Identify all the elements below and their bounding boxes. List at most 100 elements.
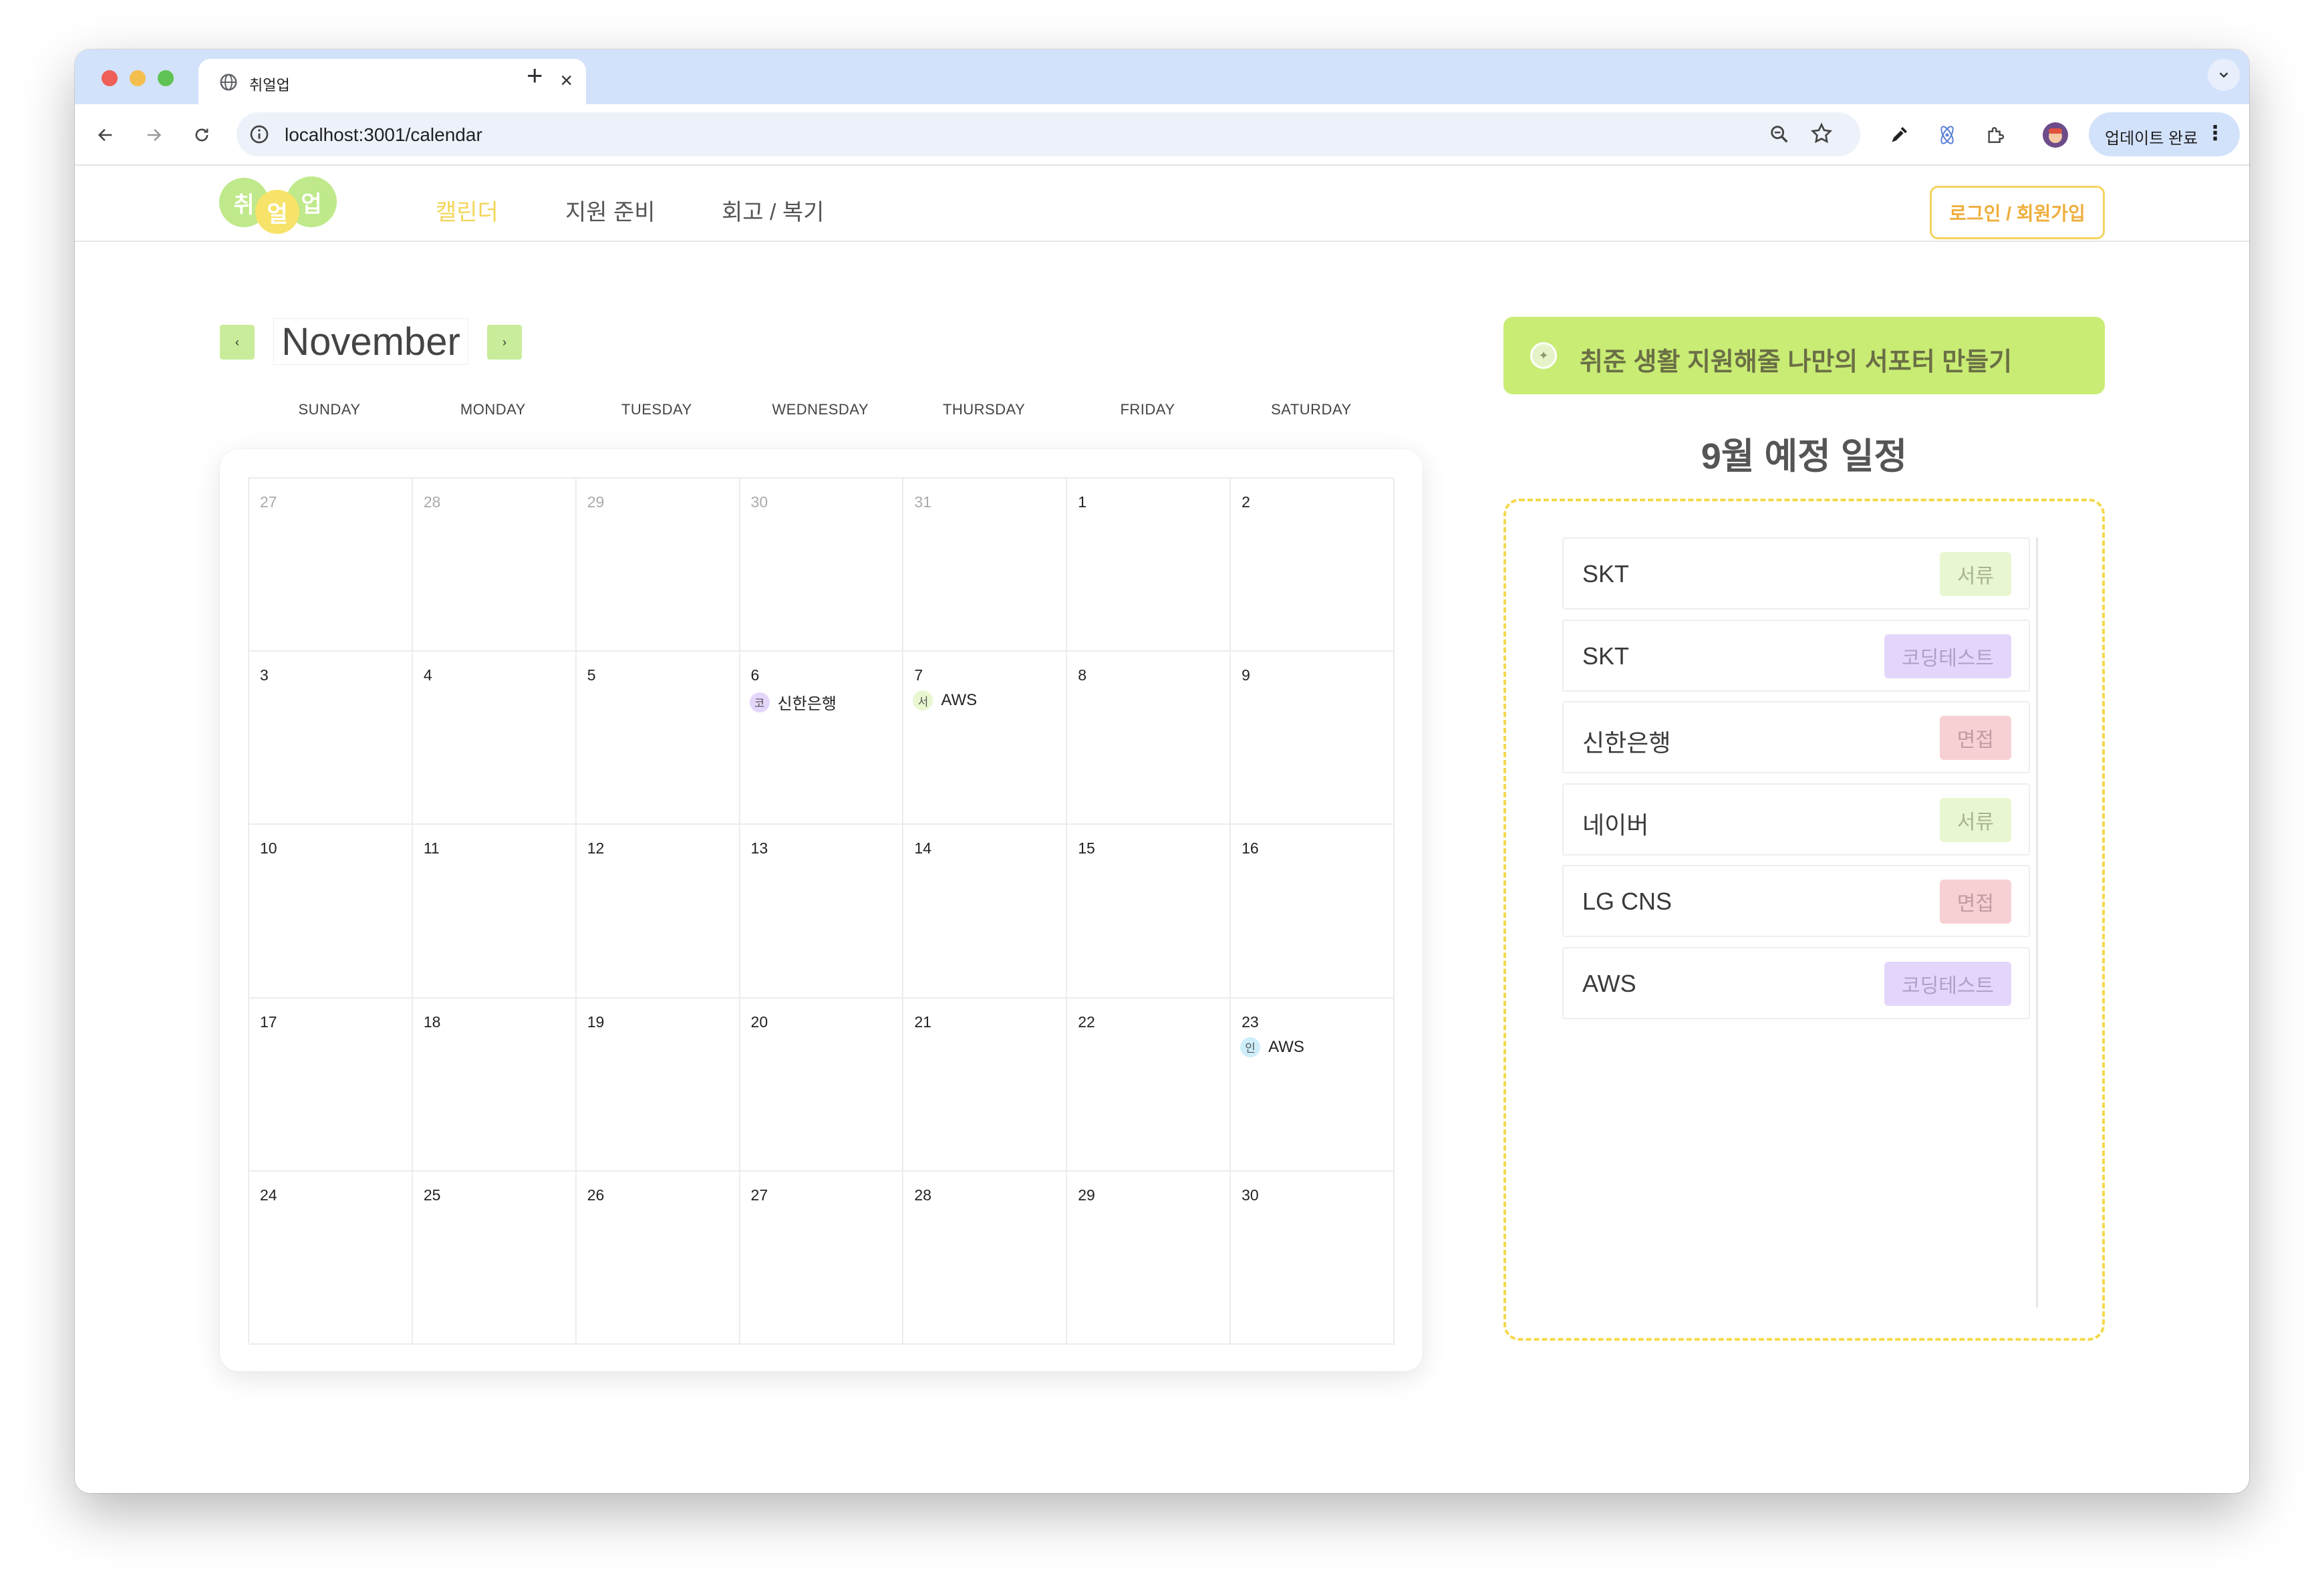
day-number: 20: [750, 1013, 768, 1031]
calendar-day-cell[interactable]: 27: [740, 1171, 904, 1345]
arrow-right-icon: [147, 128, 162, 142]
calendar-day-cell[interactable]: 22: [1067, 998, 1231, 1172]
calendar-day-cell[interactable]: 29: [1067, 1171, 1231, 1345]
extensions-button[interactable]: [1981, 120, 2010, 150]
day-number: 26: [587, 1186, 605, 1204]
calendar-day-cell[interactable]: 27: [249, 479, 413, 652]
calendar-day-cell[interactable]: 14: [903, 825, 1068, 999]
calendar-day-cell[interactable]: 29: [576, 479, 740, 652]
day-number: 29: [587, 493, 605, 511]
back-button[interactable]: [91, 120, 120, 150]
calendar-day-cell[interactable]: 19: [576, 998, 740, 1172]
calendar-day-cell[interactable]: 28: [903, 1171, 1068, 1345]
calendar-day-cell[interactable]: 8: [1067, 652, 1231, 825]
calendar-day-cell[interactable]: 7 서 AWS: [903, 652, 1068, 825]
calendar-day-cell[interactable]: 23 인 AWS: [1231, 998, 1395, 1172]
schedule-item[interactable]: 네이버 서류: [1562, 783, 2030, 855]
next-month-button[interactable]: ›: [487, 325, 522, 360]
tab-title: 취얼업: [249, 77, 290, 94]
calendar-day-cell[interactable]: 25: [412, 1171, 577, 1345]
day-number: 22: [1078, 1013, 1095, 1031]
calendar-day-cell[interactable]: 21: [903, 998, 1068, 1172]
nav-application-prep[interactable]: 지원 준비: [565, 194, 656, 227]
day-number: 13: [750, 839, 768, 857]
reload-button[interactable]: [187, 120, 216, 150]
schedule-list[interactable]: SKT 서류 SKT 코딩테스트 신한은행 면접 네이버 서류 LG CNS 면접 AWS 코딩테스트: [1562, 537, 2038, 1307]
create-supporter-button[interactable]: ✦ 취준 생활 지원해줄 나만의 서포터 만들기: [1503, 317, 2105, 394]
update-button[interactable]: 업데이트 완료 ⋮: [2089, 112, 2240, 156]
weekday-label: MONDAY: [460, 401, 526, 418]
calendar-day-cell[interactable]: 26: [576, 1171, 740, 1345]
address-bar[interactable]: localhost:3001/calendar: [237, 112, 1860, 156]
minimize-window-button[interactable]: [130, 70, 146, 86]
month-title: November: [273, 318, 468, 365]
nav-retrospective[interactable]: 회고 / 복기: [722, 194, 824, 227]
calendar-day-cell[interactable]: 10: [249, 825, 413, 999]
event-title: 신한은행: [777, 695, 837, 714]
calendar-day-cell[interactable]: 11: [412, 825, 577, 999]
calendar-event[interactable]: 코 신한은행: [749, 690, 837, 714]
tab-close-icon[interactable]: ×: [560, 67, 573, 94]
calendar-day-cell[interactable]: 9: [1231, 652, 1395, 825]
calendar-day-cell[interactable]: 3: [249, 652, 413, 825]
calendar-event[interactable]: 서 AWS: [913, 690, 977, 711]
day-number: 23: [1242, 1013, 1259, 1031]
forward-button[interactable]: [139, 120, 168, 150]
calendar-day-cell[interactable]: 2: [1231, 479, 1395, 652]
calendar-day-cell[interactable]: 24: [249, 1171, 413, 1345]
app-logo[interactable]: 취 업 얼: [219, 174, 339, 241]
schedule-company: SKT: [1582, 560, 1630, 587]
browser-window: 취얼업 × + localhost:3001/calendar 업데이트 완료 …: [75, 49, 2249, 1493]
event-title: AWS: [1268, 1037, 1304, 1056]
calendar-grid: 27 28 29 30 31 1 2 3 4 5 6 코 신한은행 7 서 AWS 8 9 10 11 12 13 14 15…: [248, 477, 1395, 1345]
calendar-day-cell[interactable]: 28: [412, 479, 577, 652]
new-tab-icon[interactable]: +: [527, 57, 543, 94]
day-number: 8: [1078, 666, 1087, 684]
calendar-day-cell[interactable]: 18: [412, 998, 577, 1172]
calendar-day-cell[interactable]: 17: [249, 998, 413, 1172]
url-text[interactable]: localhost:3001/calendar: [285, 124, 482, 146]
menu-dots-icon[interactable]: ⋮: [2205, 122, 2225, 145]
schedule-item[interactable]: LG CNS 면접: [1562, 865, 2030, 937]
calendar-event[interactable]: 인 AWS: [1240, 1037, 1304, 1057]
weekday-label: SUNDAY: [298, 401, 361, 418]
day-number: 21: [914, 1013, 931, 1031]
calendar-day-cell[interactable]: 13: [740, 825, 904, 999]
login-signup-button[interactable]: 로그인 / 회원가입: [1930, 186, 2105, 239]
schedule-item[interactable]: SKT 서류: [1562, 537, 2030, 610]
maximize-window-button[interactable]: [158, 70, 174, 86]
schedule-item[interactable]: AWS 코딩테스트: [1562, 946, 2030, 1019]
reload-icon: [195, 128, 208, 142]
day-number: 29: [1078, 1186, 1095, 1204]
info-icon[interactable]: [249, 124, 270, 145]
calendar-day-cell[interactable]: 4: [412, 652, 577, 825]
schedule-title: 9월 예정 일정: [1701, 436, 1908, 477]
nav-calendar[interactable]: 캘린더: [436, 194, 498, 227]
react-devtools-extension-button[interactable]: [1932, 120, 1962, 150]
calendar-day-cell[interactable]: 16: [1231, 825, 1395, 999]
calendar-day-cell[interactable]: 1: [1067, 479, 1231, 652]
day-number: 19: [587, 1013, 605, 1031]
schedule-item[interactable]: SKT 코딩테스트: [1562, 619, 2030, 692]
event-type-badge: 코: [749, 692, 770, 712]
schedule-item[interactable]: 신한은행 면접: [1562, 701, 2030, 773]
prev-month-button[interactable]: ‹: [220, 325, 255, 360]
bookmark-star-icon[interactable]: [1809, 122, 1834, 146]
calendar-day-cell[interactable]: 12: [576, 825, 740, 999]
calendar-day-cell[interactable]: 20: [740, 998, 904, 1172]
app-header: 취 업 얼 캘린더 지원 준비 회고 / 복기 로그인 / 회원가입: [75, 166, 2249, 242]
close-window-button[interactable]: [102, 70, 118, 86]
calendar-day-cell[interactable]: 30: [1231, 1171, 1395, 1345]
calendar-day-cell[interactable]: 5: [576, 652, 740, 825]
calendar-day-cell[interactable]: 15: [1067, 825, 1231, 999]
calendar-day-cell[interactable]: 6 코 신한은행: [740, 652, 904, 825]
eyedropper-extension-button[interactable]: [1884, 120, 1914, 150]
zoom-icon[interactable]: [1768, 123, 1791, 146]
tab-search-button[interactable]: [2208, 59, 2240, 91]
day-number: 28: [423, 493, 441, 511]
profile-button[interactable]: [2041, 120, 2070, 150]
calendar-day-cell[interactable]: 31: [903, 479, 1068, 652]
day-number: 7: [914, 666, 923, 684]
schedule-stage-tag: 코딩테스트: [1884, 634, 2011, 678]
calendar-day-cell[interactable]: 30: [740, 479, 904, 652]
